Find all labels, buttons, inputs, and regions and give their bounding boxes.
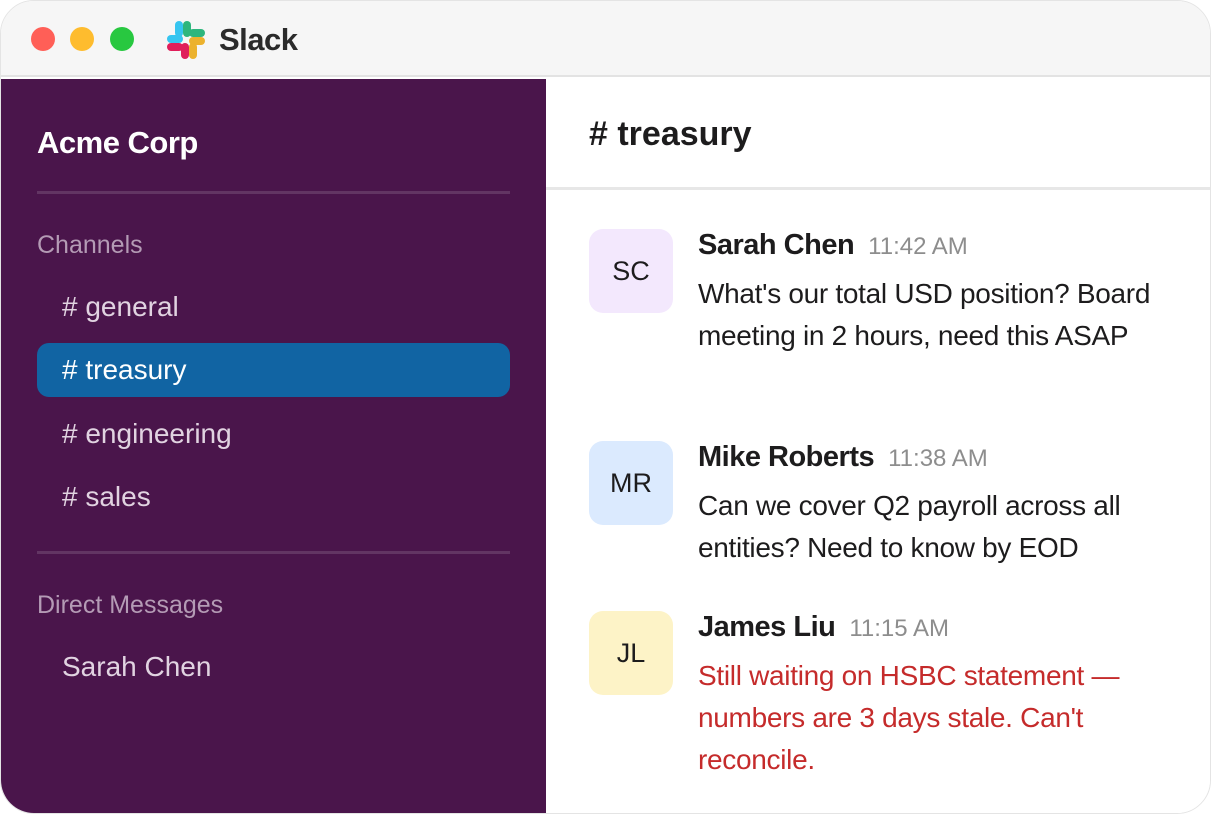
sidebar-item-general[interactable]: # general <box>37 280 510 334</box>
avatar[interactable]: MR <box>589 441 673 525</box>
message-header: Sarah Chen 11:42 AM <box>698 229 968 262</box>
message-timestamp[interactable]: 11:15 AM <box>849 615 949 642</box>
message-text: What's our total USD position? Board mee… <box>698 278 1151 351</box>
sidebar-item-dm-sarah-chen[interactable]: Sarah Chen <box>37 640 510 694</box>
slack-logo-icon <box>167 21 205 59</box>
app-name: Slack <box>219 22 298 57</box>
workspace-name[interactable]: Acme Corp <box>37 125 198 161</box>
channel-header: # treasury <box>546 79 1210 190</box>
sidebar-item-sales[interactable]: # sales <box>37 470 510 524</box>
channel-view: # treasury SC Sarah Chen 11:42 AM What's … <box>546 79 1210 813</box>
channel-title[interactable]: # treasury <box>589 115 752 154</box>
app-window: Slack Acme Corp Channels # general # tre… <box>0 0 1211 814</box>
message-header: James Liu 11:15 AM <box>698 611 949 644</box>
message-author[interactable]: Mike Roberts <box>698 441 875 473</box>
message-header: Mike Roberts 11:38 AM <box>698 441 988 474</box>
message-text-alert: Still waiting on HSBC statement — number… <box>698 660 1120 775</box>
avatar[interactable]: SC <box>589 229 673 313</box>
maximize-window-button[interactable] <box>110 27 134 51</box>
sidebar-item-treasury[interactable]: # treasury <box>37 343 510 397</box>
avatar[interactable]: JL <box>589 611 673 695</box>
minimize-window-button[interactable] <box>70 27 94 51</box>
sidebar: Acme Corp Channels # general # treasury … <box>1 79 546 813</box>
channels-section-label[interactable]: Channels <box>37 231 143 260</box>
message-author[interactable]: Sarah Chen <box>698 229 855 261</box>
message-text: Can we cover Q2 payroll across all entit… <box>698 490 1121 563</box>
close-window-button[interactable] <box>31 27 55 51</box>
title-bar: Slack <box>1 1 1210 77</box>
message-timestamp[interactable]: 11:38 AM <box>888 445 988 472</box>
sidebar-divider <box>37 191 510 194</box>
message-author[interactable]: James Liu <box>698 611 836 643</box>
sidebar-item-engineering[interactable]: # engineering <box>37 407 510 461</box>
sidebar-divider <box>37 551 510 554</box>
direct-messages-section-label[interactable]: Direct Messages <box>37 591 223 620</box>
message-timestamp[interactable]: 11:42 AM <box>868 233 968 260</box>
